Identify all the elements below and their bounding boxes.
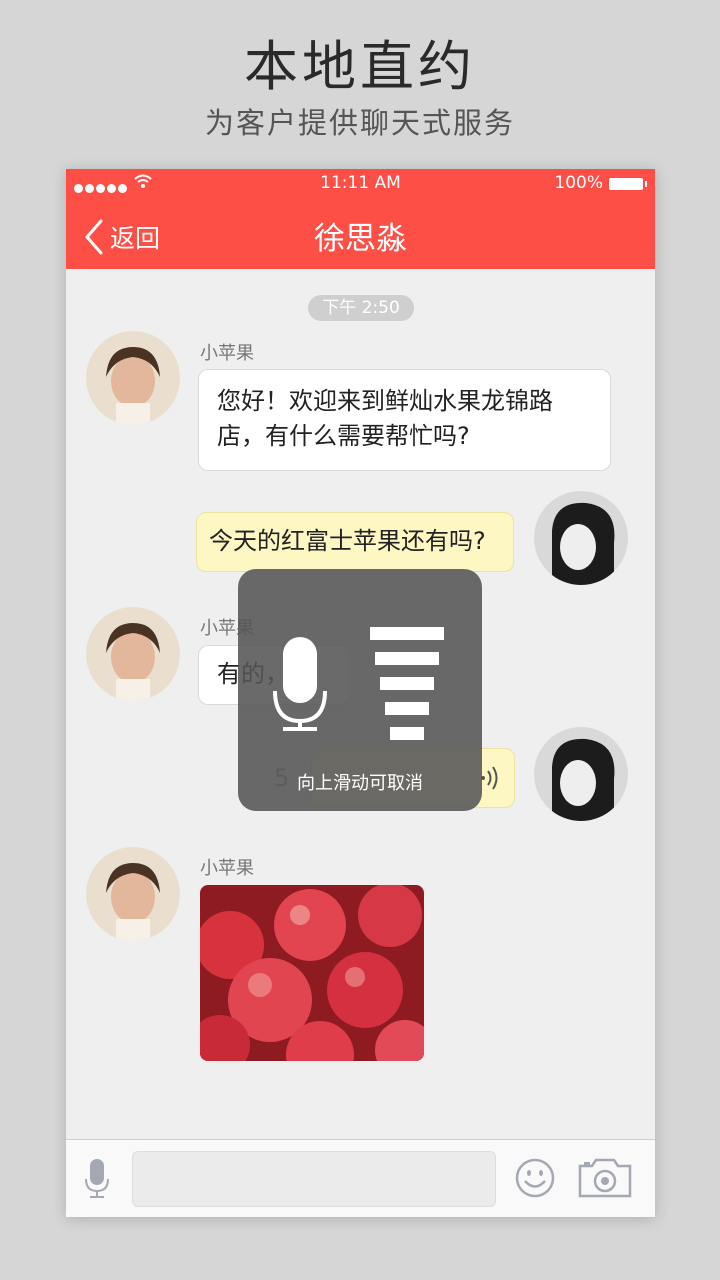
microphone-icon [273, 637, 327, 731]
status-bar: 11:11 AM 100% [66, 169, 655, 199]
battery-icon [609, 178, 647, 190]
timestamp: 下午 2:50 [308, 295, 414, 321]
message-bubble[interactable]: 您好！欢迎来到鲜灿水果龙锦路店，有什么需要帮忙吗? [198, 369, 611, 471]
avatar-image [86, 847, 180, 941]
voice-record-overlay: 向上滑动可取消 [238, 569, 482, 811]
volume-bar [375, 652, 439, 665]
camera-icon[interactable] [578, 1158, 632, 1198]
message-text: 您好！欢迎来到鲜灿水果龙锦路店，有什么需要帮忙吗? [217, 387, 553, 450]
battery-percent: 100% [554, 173, 603, 193]
phone-screen: 11:11 AM 100% 返回 徐思淼 下午 2:50 小苹果 您好！欢迎来到… [66, 169, 655, 1217]
message-text: 今天的红富士苹果还有吗? [209, 527, 486, 555]
volume-bar [390, 727, 424, 740]
message-input[interactable] [132, 1151, 496, 1207]
cancel-hint: 向上滑动可取消 [297, 773, 423, 794]
avatar-image [534, 491, 628, 585]
avatar[interactable] [86, 847, 180, 941]
sender-name: 小苹果 [200, 858, 254, 879]
voice-wave-icon [481, 766, 498, 790]
message-bubble[interactable]: 今天的红富士苹果还有吗? [196, 512, 514, 572]
header: 11:11 AM 100% 返回 徐思淼 [66, 169, 655, 269]
promo-title: 本地直约 [244, 35, 476, 98]
input-bar [66, 1139, 655, 1217]
avatar[interactable] [534, 727, 628, 821]
image-message[interactable] [200, 885, 424, 1061]
volume-bar [370, 627, 444, 640]
apples-photo [200, 885, 424, 1061]
avatar[interactable] [86, 607, 180, 701]
volume-bar [380, 677, 434, 690]
avatar-image [534, 727, 628, 821]
promo-subtitle: 为客户提供聊天式服务 [204, 106, 515, 140]
avatar-image [86, 331, 180, 425]
avatar[interactable] [534, 491, 628, 585]
avatar-image [86, 607, 180, 701]
avatar[interactable] [86, 331, 180, 425]
emoji-icon[interactable] [515, 1158, 555, 1198]
volume-bar [385, 702, 429, 715]
chat-title: 徐思淼 [314, 221, 407, 257]
microphone-icon[interactable] [84, 1158, 110, 1200]
sender-name: 小苹果 [200, 343, 254, 364]
